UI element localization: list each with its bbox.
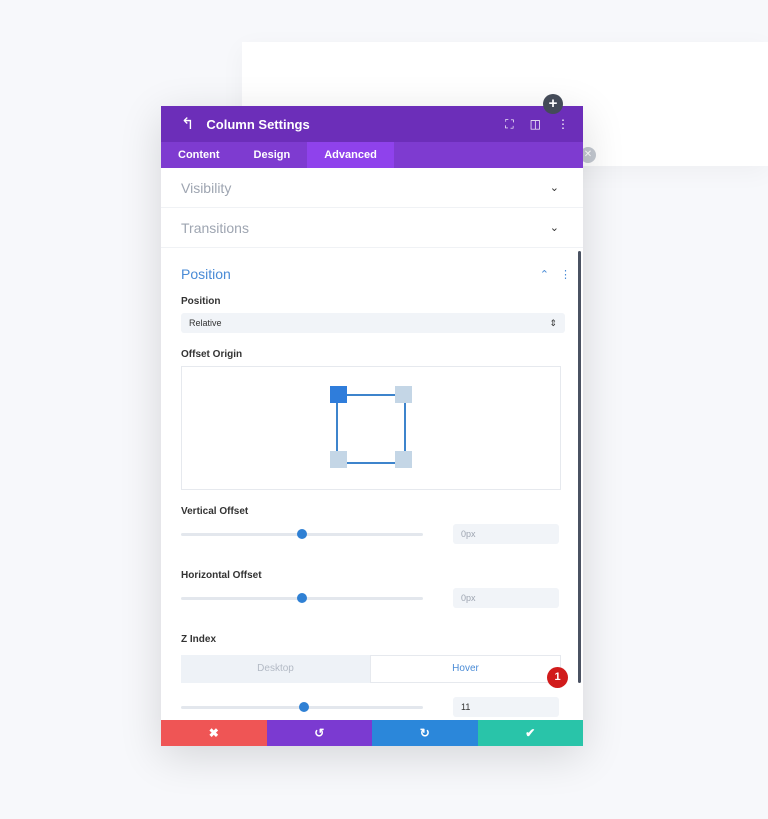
horizontal-offset-input[interactable]: 0px — [453, 588, 559, 608]
origin-handle-top-left[interactable] — [330, 386, 347, 403]
column-settings-panel: ↰ Column Settings ⛶ ◫ ⋮ Content Design A… — [161, 106, 583, 746]
tab-hover[interactable]: Hover — [370, 655, 561, 683]
z-index-input[interactable]: 11 — [453, 697, 559, 717]
vertical-offset-control: 0px — [161, 524, 583, 544]
section-menu-icon[interactable]: ⋮ — [560, 269, 571, 281]
panel-scrollbar[interactable] — [578, 251, 581, 683]
z-index-device-tabs: Desktop Hover — [181, 655, 561, 683]
chevron-up-icon[interactable]: ⌃ — [540, 269, 549, 281]
section-label: Position — [181, 266, 231, 282]
section-visibility[interactable]: Visibility ⌄ — [161, 168, 583, 208]
z-index-control: 11 — [161, 697, 583, 717]
offset-origin-label: Offset Origin — [181, 349, 243, 360]
more-options-icon[interactable]: ⋮ — [557, 117, 569, 131]
chevron-down-icon[interactable]: ⌄ — [550, 181, 559, 194]
select-arrow-icon: ⇕ — [549, 317, 557, 328]
position-label: Position — [181, 296, 221, 307]
settings-tabs: Content Design Advanced — [161, 142, 583, 168]
slider-handle[interactable] — [297, 528, 307, 539]
section-label: Transitions — [181, 219, 249, 236]
back-icon[interactable]: ↰ — [181, 114, 194, 134]
tab-design[interactable]: Design — [237, 142, 308, 168]
horizontal-offset-label: Horizontal Offset — [181, 570, 262, 581]
horizontal-offset-control: 0px — [161, 588, 583, 608]
position-select-value: Relative — [189, 318, 222, 328]
panel-header: ↰ Column Settings ⛶ ◫ ⋮ — [161, 106, 583, 142]
undo-button[interactable]: ↺ — [266, 720, 372, 746]
slider-handle[interactable] — [299, 701, 310, 712]
section-transitions[interactable]: Transitions ⌄ — [161, 208, 583, 248]
vertical-offset-label: Vertical Offset — [181, 506, 249, 517]
offset-origin-picker — [181, 366, 561, 490]
vertical-offset-input[interactable]: 0px — [453, 524, 559, 544]
split-view-icon[interactable]: ◫ — [530, 117, 541, 131]
vertical-offset-slider[interactable] — [181, 528, 423, 539]
add-module-icon[interactable]: + — [543, 94, 563, 114]
panel-title: Column Settings — [206, 116, 310, 132]
section-controls: ⌃ ⋮ — [540, 268, 571, 281]
save-button[interactable]: ✔ — [477, 720, 583, 746]
slider-handle[interactable] — [297, 592, 307, 603]
z-index-slider[interactable] — [181, 701, 423, 712]
origin-handle-bottom-left[interactable] — [330, 451, 347, 468]
tab-content[interactable]: Content — [161, 142, 237, 168]
section-position[interactable]: Position ⌃ ⋮ — [161, 248, 583, 282]
origin-handle-bottom-right[interactable] — [395, 451, 412, 468]
step-badge: 1 — [547, 667, 568, 688]
horizontal-offset-slider[interactable] — [181, 592, 423, 603]
z-index-label: Z Index — [181, 634, 217, 645]
cancel-button[interactable]: ✖ — [161, 720, 267, 746]
section-label: Visibility — [181, 179, 232, 196]
panel-footer: ✖ ↺ ↻ ✔ — [161, 720, 583, 746]
fullscreen-icon[interactable]: ⛶ — [505, 117, 513, 132]
origin-handle-top-right[interactable] — [395, 386, 412, 403]
tab-desktop[interactable]: Desktop — [181, 655, 370, 683]
chevron-down-icon[interactable]: ⌄ — [550, 221, 559, 234]
tab-advanced[interactable]: Advanced — [307, 142, 394, 168]
redo-button[interactable]: ↻ — [372, 720, 478, 746]
position-select[interactable]: Relative ⇕ — [181, 313, 565, 333]
